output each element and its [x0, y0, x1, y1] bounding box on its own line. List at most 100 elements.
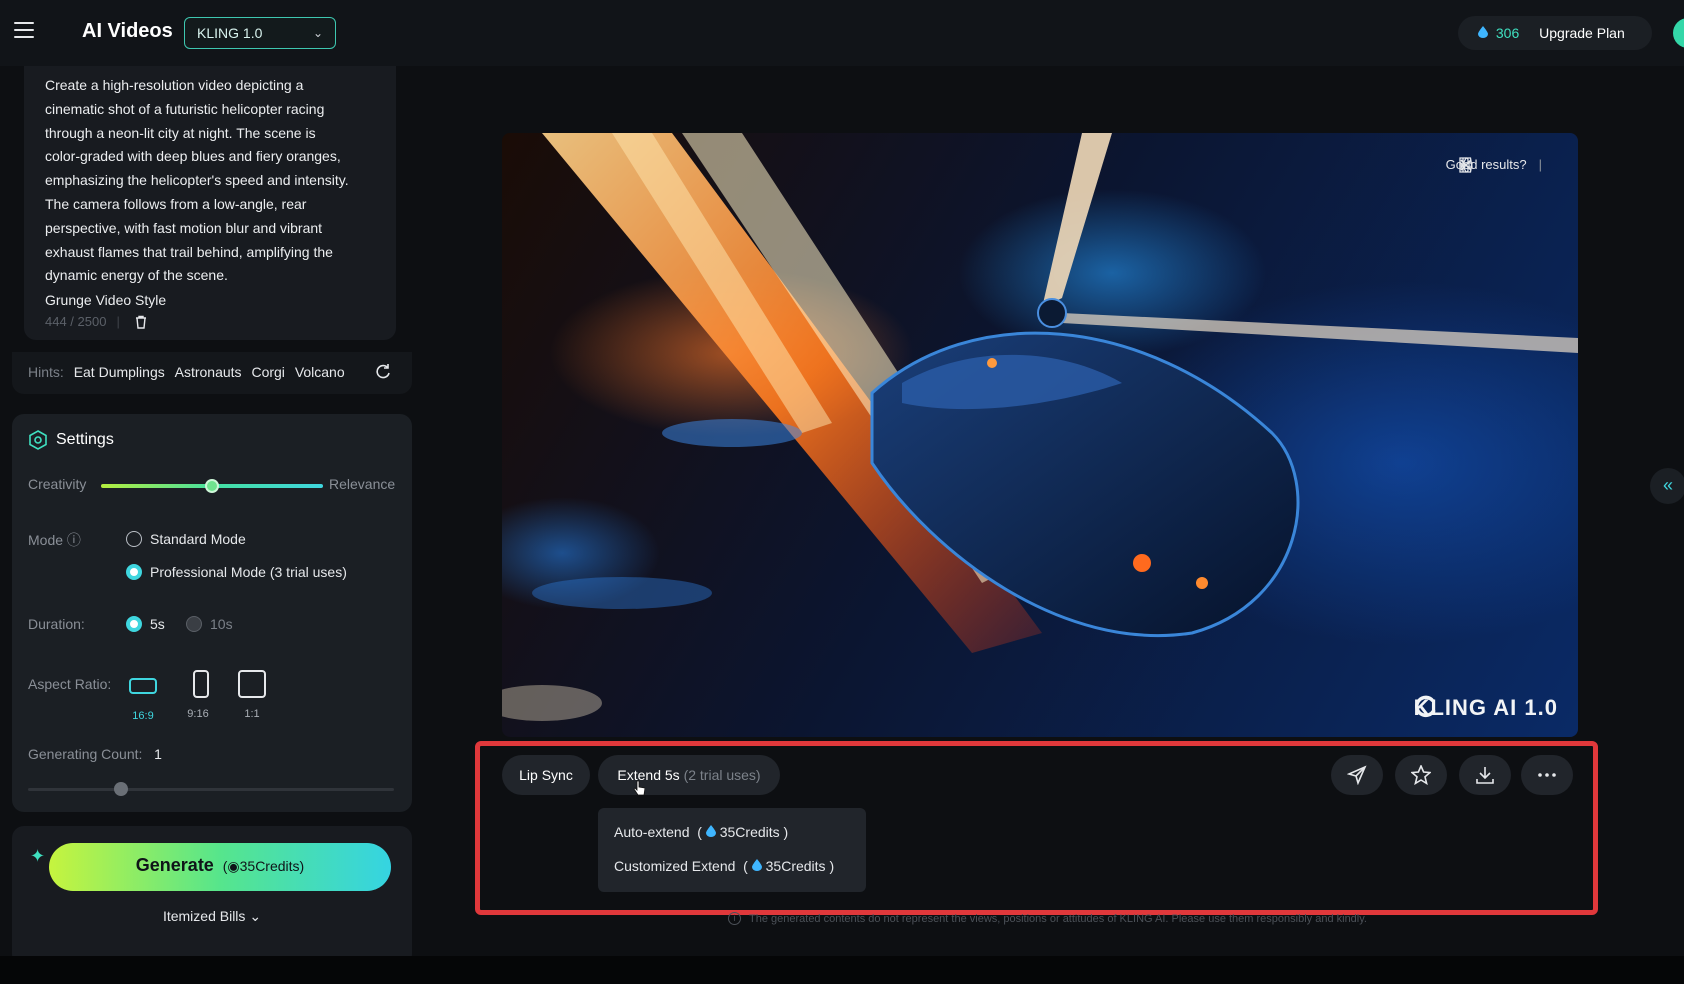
radio-circle[interactable]: [186, 616, 202, 632]
lip-sync-button[interactable]: Lip Sync: [502, 755, 590, 795]
menu-icon[interactable]: [14, 22, 34, 40]
generating-count-label: Generating Count: 1: [28, 746, 162, 762]
helicopter-scene-art: [502, 133, 1578, 737]
mode-professional-radio[interactable]: Professional Mode (3 trial uses): [126, 564, 347, 580]
duration-label: Duration:: [28, 616, 85, 632]
extend-button[interactable]: Extend 5s (2 trial uses): [598, 755, 780, 795]
more-options-button[interactable]: [1521, 755, 1573, 795]
page-title: AI Videos: [82, 20, 173, 43]
auto-extend-label: Auto-extend: [614, 824, 690, 840]
settings-title: Settings: [56, 431, 114, 449]
close-icon[interactable]: [1458, 157, 1474, 173]
mouse-cursor-icon: [633, 780, 645, 796]
generating-count-thumb[interactable]: [114, 782, 128, 796]
customized-extend-label: Customized Extend: [614, 858, 735, 874]
creativity-label: Creativity: [28, 476, 86, 492]
credits-pill[interactable]: 306 Upgrade Plan: [1458, 16, 1652, 50]
divider: |: [1539, 157, 1542, 172]
credit-drop-icon: [1478, 26, 1488, 38]
avatar[interactable]: [1673, 18, 1684, 48]
radio-circle-selected[interactable]: [126, 564, 142, 580]
char-count: 444 / 2500: [45, 314, 106, 329]
aspect-16-9-option[interactable]: 16:9: [129, 672, 157, 722]
upgrade-plan-button[interactable]: Upgrade Plan: [1539, 25, 1625, 41]
send-icon: [1347, 765, 1367, 785]
kling-watermark: KLING AI 1.0: [1414, 695, 1558, 721]
download-icon: [1475, 765, 1495, 785]
itemized-bills-toggle[interactable]: Itemized Bills ⌄: [12, 908, 412, 925]
credits-count: 306: [1496, 25, 1519, 41]
model-select[interactable]: KLING 1.0 ⌄: [184, 17, 336, 49]
divider: |: [116, 314, 119, 329]
duration-10s-label: 10s: [210, 616, 233, 632]
customized-extend-option[interactable]: Customized Extend ( 35Credits ): [614, 858, 834, 874]
mode-professional-label: Professional Mode (3 trial uses): [150, 564, 347, 580]
aspect-1-1-label: 1:1: [238, 708, 266, 720]
generating-count-value: 1: [154, 746, 162, 762]
info-icon[interactable]: ⓘ: [67, 532, 81, 548]
download-button[interactable]: [1459, 755, 1511, 795]
aspect-1-1-option[interactable]: 1:1: [238, 670, 266, 720]
hint-volcano[interactable]: Volcano: [295, 364, 345, 380]
radio-circle[interactable]: [126, 531, 142, 547]
info-icon: i: [728, 912, 741, 925]
favorite-button[interactable]: [1395, 755, 1447, 795]
bottom-strip: [0, 956, 1684, 984]
video-preview[interactable]: Good results? | KLING AI 1.0: [502, 133, 1578, 737]
landscape-ratio-icon: [129, 678, 157, 694]
share-button[interactable]: [1331, 755, 1383, 795]
hint-astronauts[interactable]: Astronauts: [175, 364, 242, 380]
model-select-value: KLING 1.0: [197, 25, 262, 41]
mode-standard-radio[interactable]: Standard Mode: [126, 531, 246, 547]
relevance-label: Relevance: [329, 476, 395, 492]
extend-dropdown-menu: Auto-extend ( 35Credits ) Customized Ext…: [598, 808, 866, 892]
settings-header: Settings: [28, 430, 114, 450]
portrait-ratio-icon: [193, 670, 209, 698]
prompt-style-tag: Grunge Video Style: [45, 288, 376, 312]
extend-label: Extend 5s: [617, 767, 679, 783]
credit-drop-icon: [752, 859, 762, 871]
sparkle-icon: ✦: [30, 846, 45, 867]
hints-label: Hints:: [28, 364, 64, 380]
hint-corgi[interactable]: Corgi: [251, 364, 284, 380]
disclaimer: i The generated contents do not represen…: [728, 912, 1367, 925]
generate-button[interactable]: Generate (◉35Credits): [49, 843, 391, 891]
auto-extend-credits: 35Credits: [720, 824, 780, 840]
char-count-row: 444 / 2500 |: [45, 314, 376, 329]
settings-panel: Settings Creativity Relevance Mode ⓘ Sta…: [12, 414, 412, 812]
square-ratio-icon: [238, 670, 266, 698]
radio-circle-selected[interactable]: [126, 616, 142, 632]
generate-label: Generate: [136, 855, 214, 875]
collapse-panel-button[interactable]: «: [1650, 468, 1684, 504]
credit-drop-icon: [706, 825, 716, 837]
aspect-9-16-option[interactable]: 9:16: [187, 670, 209, 720]
customized-extend-credits: 35Credits: [766, 858, 826, 874]
prompt-card[interactable]: Create a high-resolution video depicting…: [24, 66, 396, 340]
feedback-bar: Good results? |: [1446, 157, 1542, 172]
kling-logo-icon: [1414, 695, 1438, 719]
refresh-icon[interactable]: [374, 363, 392, 381]
disclaimer-text: The generated contents do not represent …: [749, 913, 1367, 925]
duration-10s-radio[interactable]: 10s: [186, 616, 233, 632]
duration-5s-radio[interactable]: 5s: [126, 616, 165, 632]
duration-5s-label: 5s: [150, 616, 165, 632]
chevron-down-icon: ⌄: [249, 908, 261, 924]
settings-gear-icon: [28, 430, 48, 450]
aspect-ratio-label: Aspect Ratio:: [28, 676, 111, 692]
generating-count-slider[interactable]: [28, 788, 394, 791]
aspect-16-9-label: 16:9: [129, 710, 157, 722]
mode-label: Mode ⓘ: [28, 530, 81, 550]
flame-credit-icon: ◉: [227, 858, 239, 874]
mode-standard-label: Standard Mode: [150, 531, 246, 547]
generate-credits: (◉35Credits): [219, 858, 304, 874]
prompt-text[interactable]: Create a high-resolution video depicting…: [45, 74, 376, 288]
hints-row: Hints: Eat Dumplings Astronauts Corgi Vo…: [12, 352, 412, 394]
top-bar: AI Videos KLING 1.0 ⌄ 306 Upgrade Plan: [0, 0, 1684, 66]
itemized-bills-label: Itemized Bills: [163, 908, 245, 924]
trash-icon[interactable]: [134, 315, 148, 329]
chevron-down-icon: ⌄: [313, 26, 323, 40]
generate-card: ✦ Generate (◉35Credits) Itemized Bills ⌄: [12, 826, 412, 966]
hint-eat-dumplings[interactable]: Eat Dumplings: [74, 364, 165, 380]
auto-extend-option[interactable]: Auto-extend ( 35Credits ): [614, 824, 788, 840]
creativity-relevance-thumb[interactable]: [205, 479, 219, 493]
